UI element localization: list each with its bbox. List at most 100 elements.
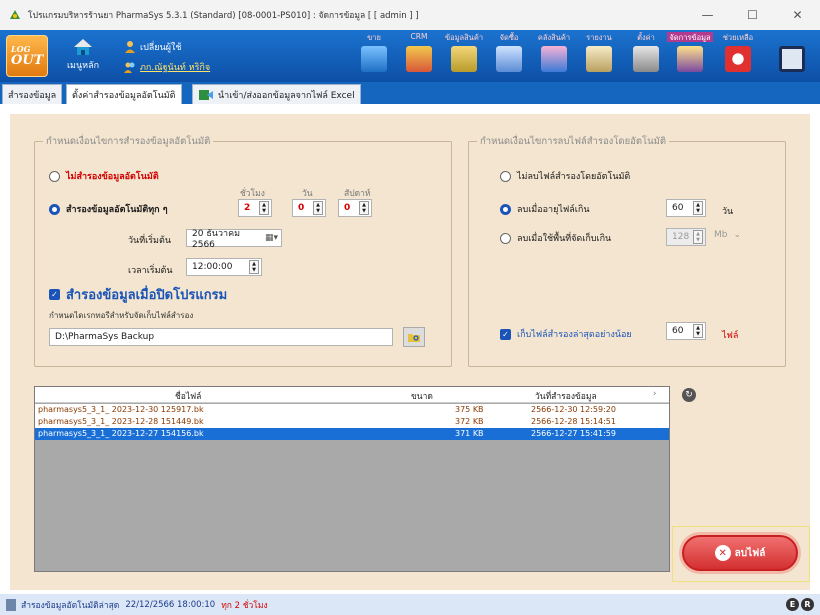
tool-exit[interactable] (770, 32, 814, 80)
content-area: กำหนดเงื่อนไขการสำรองข้อมูลอัตโนมัติ ไม่… (0, 104, 820, 590)
stepper-arrows-icon[interactable]: ▲ ▼ (259, 201, 269, 215)
maximize-button[interactable]: ☐ (730, 0, 775, 30)
tab-excel-import-export[interactable]: นำเข้า/ส่งออกข้อมูลจากไฟล์ Excel (192, 84, 361, 104)
close-button[interactable]: ✕ (775, 0, 820, 30)
days-stepper[interactable]: 0 ▲ ▼ (292, 199, 326, 217)
refresh-icon[interactable]: ↻ (682, 388, 696, 402)
start-date-picker[interactable]: 20 ธันวาคม 2566 ▦▾ (186, 229, 282, 250)
cell-date: 2566-12-30 12:59:20 (531, 405, 616, 414)
delete-file-button[interactable]: ✕ ลบไฟล์ (682, 535, 798, 571)
no-auto-backup-label: ไม่สำรองข้อมูลอัตโนมัติ (66, 172, 159, 182)
delete-age-value: 60 (672, 203, 684, 213)
app-logo-icon (10, 10, 20, 19)
tab-excel-label: นำเข้า/ส่งออกข้อมูลจากไฟล์ Excel (218, 90, 355, 101)
hours-stepper[interactable]: 2 ▲ ▼ (238, 199, 272, 217)
radio-off-icon (500, 170, 511, 182)
backup-on-close-label: สำรองข้อมูลเมื่อปิดโปรแกรม (66, 288, 228, 303)
column-header-filename[interactable]: ชื่อไฟล์ (175, 389, 201, 403)
tool-crm[interactable]: CRM (397, 32, 441, 80)
table-row-selected[interactable]: pharmasys5_3_1_ 2023-12-27 154156.bk 371… (35, 428, 669, 440)
column-header-date[interactable]: วันที่สำรองข้อมูล (535, 389, 597, 403)
backup-dir-label: กำหนดไดเรกทอรีสำหรับจัดเก็บไฟล์สำรอง (49, 311, 194, 320)
weeks-stepper[interactable]: 0 ▲ ▼ (338, 199, 372, 217)
radio-off-icon (49, 170, 60, 182)
start-time-value: 12:00:00 (192, 262, 233, 272)
tool-pos-label: ขาย (367, 33, 381, 42)
stepper-arrows-icon[interactable]: ▲ ▼ (693, 201, 703, 215)
stepper-arrows-icon[interactable]: ▲ ▼ (249, 260, 259, 274)
start-time-label: เวลาเริ่มต้น (128, 266, 173, 276)
last-backup-label: สำรองข้อมูลอัตโนมัติล่าสุด (21, 600, 120, 611)
calendar-dropdown-icon[interactable]: ▦▾ (265, 233, 278, 243)
delete-age-unit: วัน (722, 207, 734, 217)
tool-help[interactable]: ช่วยเหลือ (716, 32, 760, 80)
stepper-arrows-icon[interactable]: ▲ ▼ (359, 201, 369, 215)
no-auto-backup-radio[interactable]: ไม่สำรองข้อมูลอัตโนมัติ (49, 169, 159, 183)
delete-x-icon: ✕ (714, 545, 731, 561)
switch-user-label: เปลี่ยนผู้ใช้ (140, 43, 182, 53)
home-icon (74, 39, 92, 55)
current-user-link[interactable]: ภก.ณัฐนันท์ หริกิจ (124, 60, 210, 74)
keep-min-stepper[interactable]: 60 ▲ ▼ (666, 322, 706, 340)
auto-backup-group-title: กำหนดเงื่อนไขการสำรองข้อมูลอัตโนมัติ (43, 134, 214, 149)
last-backup-value: 22/12/2566 18:00:10 (125, 599, 216, 610)
no-auto-delete-radio[interactable]: ไม่ลบไฟล์สำรองโดยอัตโนมัติ (500, 169, 630, 183)
tool-purchase[interactable]: จัดซื้อ (487, 32, 531, 80)
home-menu-button[interactable]: เมนูหลัก (58, 38, 108, 72)
product-data-icon (451, 46, 477, 72)
stepper-arrows-icon[interactable]: ▲ ▼ (693, 230, 703, 244)
switch-user-button[interactable]: เปลี่ยนผู้ใช้ (124, 40, 182, 54)
pos-icon (361, 46, 387, 72)
stepper-arrows-icon[interactable]: ▲ ▼ (313, 201, 323, 215)
delete-age-stepper[interactable]: 60 ▲ ▼ (666, 199, 706, 217)
logout-label-bottom: OUT (11, 52, 44, 68)
tool-report[interactable]: รายงาน (577, 32, 621, 80)
backup-files-table[interactable]: ชื่อไฟล์ ขนาด วันที่สำรองข้อมูล › pharma… (34, 386, 670, 572)
weeks-header: สัปดาห์ (344, 189, 371, 199)
backup-on-close-checkbox[interactable]: ✓ สำรองข้อมูลเมื่อปิดโปรแกรม (49, 284, 227, 305)
delete-space-stepper[interactable]: 128 ▲ ▼ (666, 228, 706, 246)
tool-product-data[interactable]: ข้อมูลสินค้า (442, 32, 486, 80)
cell-date: 2566-12-27 15:41:59 (531, 429, 616, 438)
checkbox-checked-icon: ✓ (49, 289, 60, 300)
tool-product-data-label: ข้อมูลสินค้า (444, 33, 484, 42)
delete-file-label: ลบไฟล์ (734, 547, 766, 559)
no-auto-delete-label: ไม่ลบไฟล์สำรองโดยอัตโนมัติ (517, 172, 631, 182)
tab-auto-backup-settings[interactable]: ตั้งค่าสำรองข้อมูลอัตโนมัติ (66, 84, 182, 104)
logout-button[interactable]: LOG OUT (6, 35, 48, 77)
tool-pos[interactable]: ขาย (352, 32, 396, 80)
table-row[interactable]: pharmasys5_3_1_ 2023-12-28 151449.bk 372… (35, 416, 669, 428)
start-time-stepper[interactable]: 12:00:00 ▲ ▼ (186, 258, 262, 276)
status-bar: สำรองข้อมูลอัตโนมัติล่าสุด 22/12/2566 18… (0, 594, 820, 615)
keep-min-checkbox[interactable]: ✓ เก็บไฟล์สำรองล่าสุดอย่างน้อย (500, 327, 632, 341)
column-header-size[interactable]: ขนาด (411, 389, 433, 403)
tool-crm-label: CRM (410, 32, 428, 41)
minimize-button[interactable]: — (685, 0, 730, 30)
stepper-arrows-icon[interactable]: ▲ ▼ (693, 324, 703, 338)
radio-off-icon (500, 232, 511, 244)
delete-by-space-label: ลบเมื่อใช้พื้นที่จัดเก็บเกิน (517, 234, 612, 244)
auto-backup-every-radio[interactable]: สำรองข้อมูลอัตโนมัติทุก ๆ (49, 202, 168, 216)
delete-by-age-radio[interactable]: ลบเมื่ออายุไฟล์เกิน (500, 202, 589, 216)
delete-by-space-radio[interactable]: ลบเมื่อใช้พื้นที่จัดเก็บเกิน (500, 231, 611, 245)
browse-folder-button[interactable] (403, 327, 425, 347)
settings-icon (633, 46, 659, 72)
crm-icon (406, 46, 432, 72)
title-bar: โปรแกรมบริหารร้านยา PharmaSys 5.3.1 (Sta… (0, 0, 820, 30)
excel-transfer-icon (199, 89, 213, 100)
tool-settings-label: ตั้งค่า (637, 33, 655, 42)
tool-purchase-label: จัดซื้อ (499, 33, 519, 42)
weeks-value: 0 (344, 203, 351, 213)
tool-settings[interactable]: ตั้งค่า (624, 32, 668, 80)
radio-on-icon (500, 203, 511, 215)
tab-backup[interactable]: สำรองข้อมูล (2, 84, 63, 104)
tab-bar: สำรองข้อมูล ตั้งค่าสำรองข้อมูลอัตโนมัติ … (0, 82, 820, 104)
tool-stock[interactable]: คลังสินค้า (532, 32, 576, 80)
table-row[interactable]: pharmasys5_3_1_ 2023-12-30 125917.bk 375… (35, 404, 669, 416)
backup-dir-field[interactable]: D:\PharmaSys Backup (49, 328, 393, 346)
radio-on-icon (49, 203, 60, 215)
space-unit-select[interactable]: Mb ⌄ (714, 230, 741, 240)
start-date-value: 20 ธันวาคม 2566 (192, 229, 241, 250)
hours-value: 2 (244, 203, 251, 213)
tool-data-manage[interactable]: จัดการข้อมูล (667, 32, 713, 80)
